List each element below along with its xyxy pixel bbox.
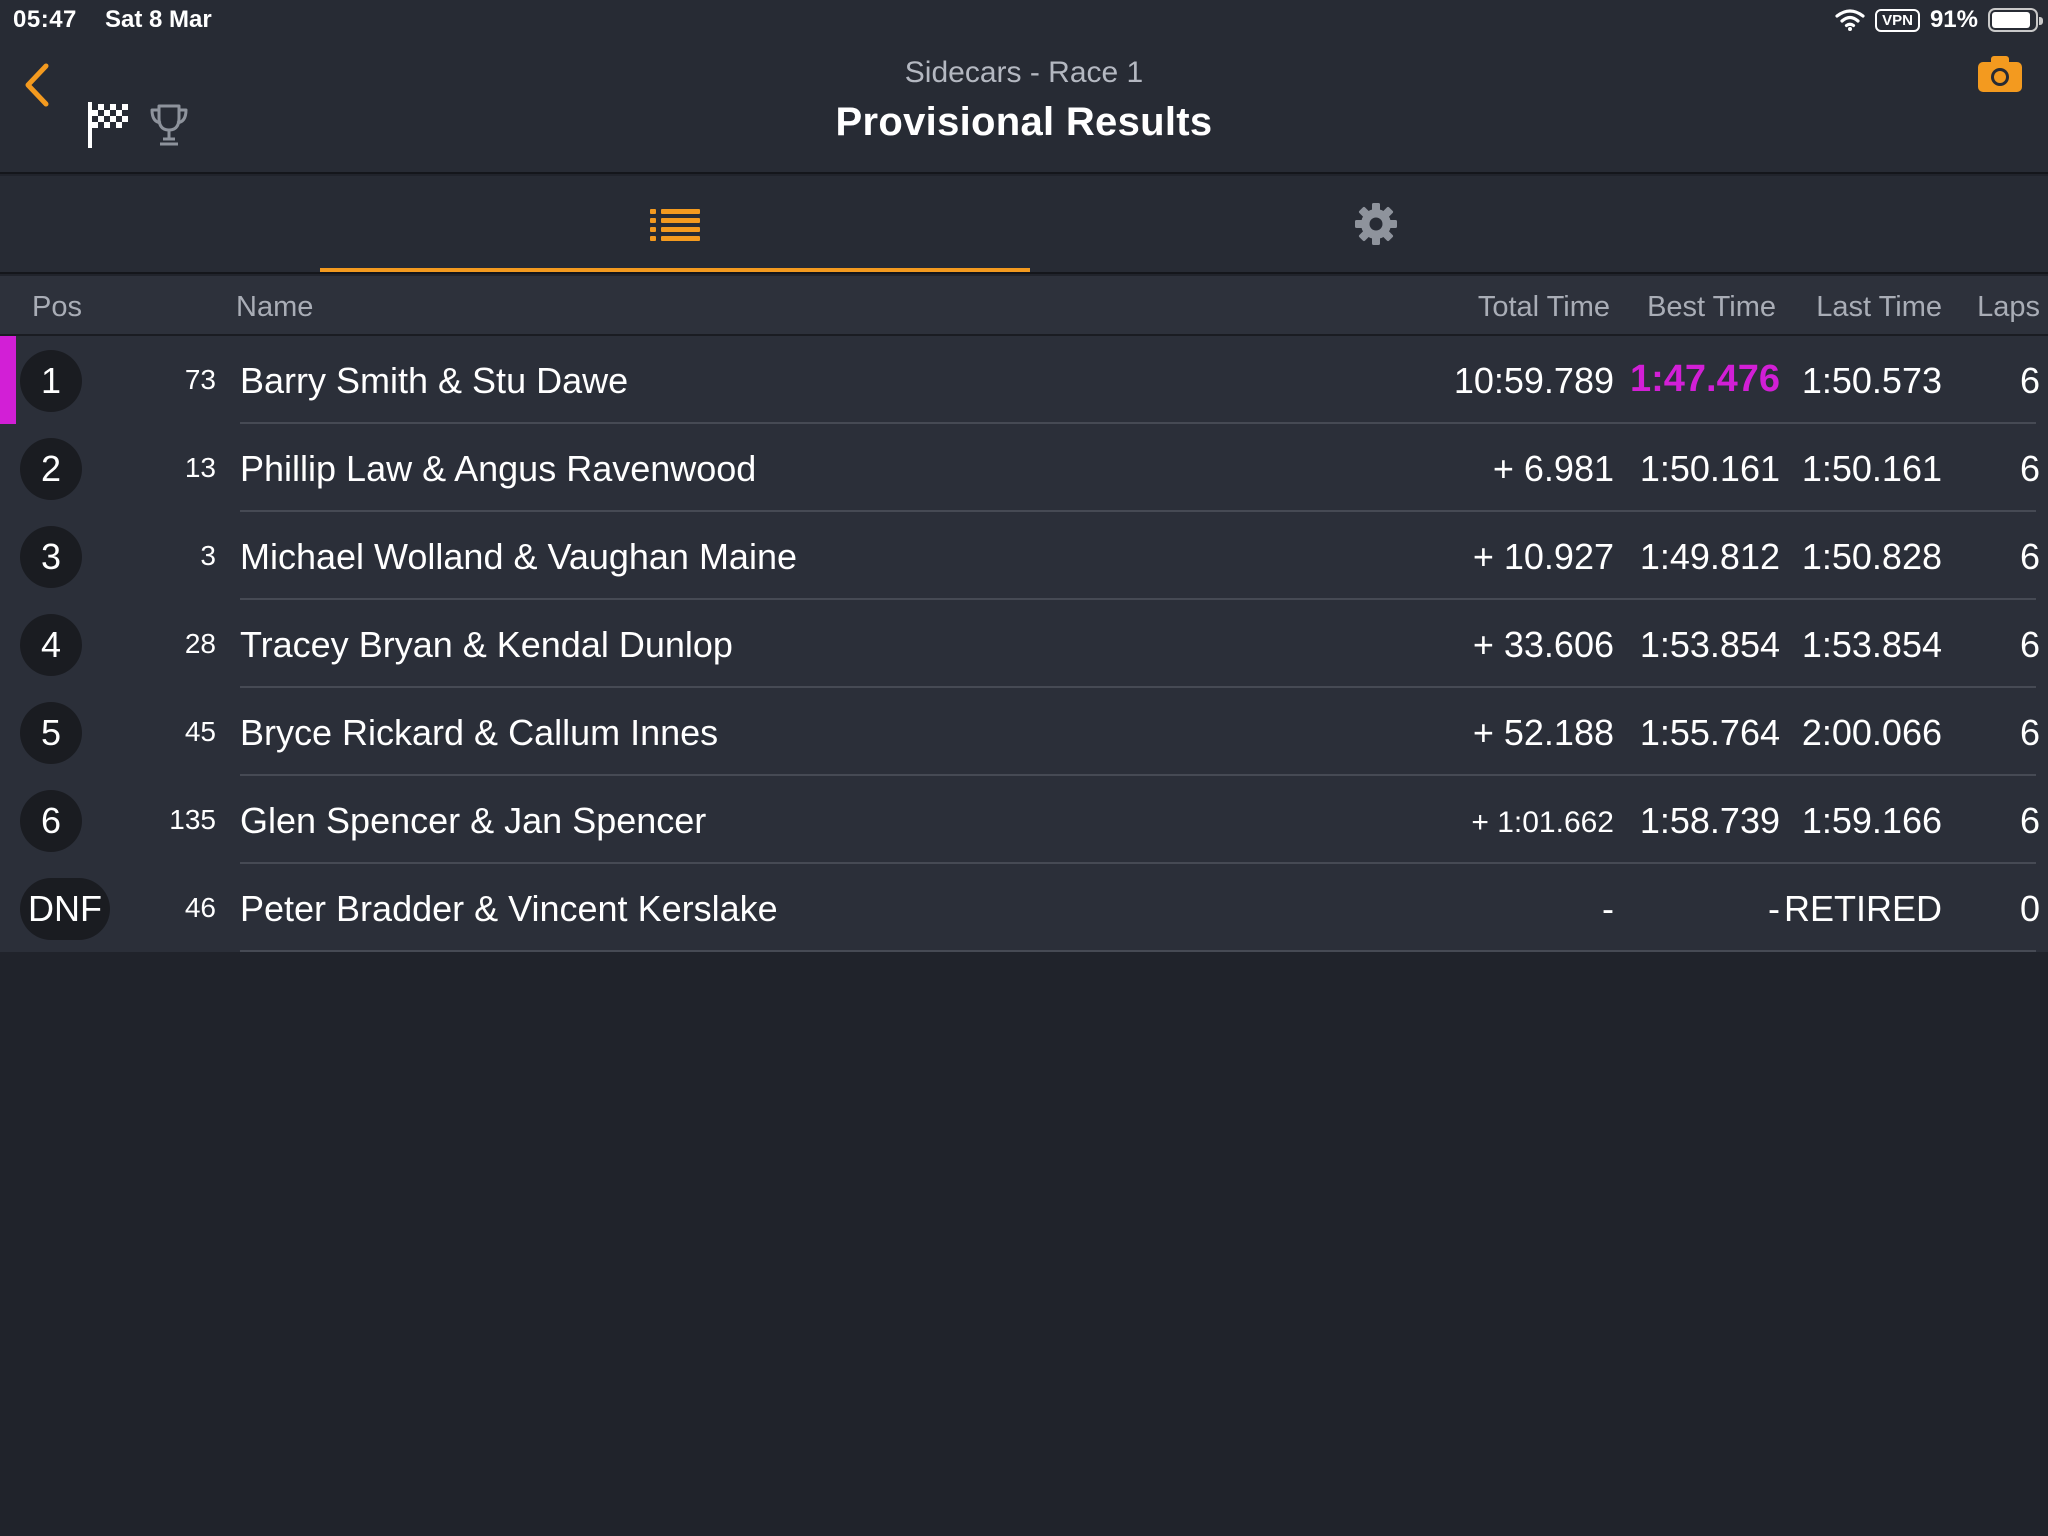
laps: 6 [2019,536,2040,577]
car-number: 135 [169,804,216,835]
column-header-name[interactable]: Name [236,291,313,324]
laps: 0 [2019,888,2040,929]
laps: 6 [2019,712,2040,753]
results-header: Sidecars - Race 1 Provisional Results [0,40,2048,174]
camera-icon [1978,56,2022,92]
table-row[interactable]: 4 28 Tracey Bryan & Kendal Dunlop + 33.6… [0,600,2048,688]
tab-results-list[interactable] [320,176,1030,272]
car-number: 3 [200,540,216,571]
column-header-laps[interactable]: Laps [1977,291,2040,324]
table-row[interactable]: 3 3 Michael Wolland & Vaughan Maine + 10… [0,512,2048,600]
wifi-icon [1835,9,1865,31]
total-time: + 33.606 [1472,624,1614,665]
status-bar: 05:47 Sat 8 Mar VPN 91% [0,0,2048,40]
laps: 6 [2019,360,2040,401]
best-time: 1:53.854 [1639,624,1780,665]
column-header-last-time[interactable]: Last Time [1816,291,1942,324]
battery-percentage: 91% [1929,6,1978,33]
battery-fill [1992,12,2030,28]
car-number: 28 [184,628,216,659]
total-time: 10:59.789 [1453,360,1614,401]
table-row[interactable]: 6 135 Glen Spencer & Jan Spencer + 1:01.… [0,776,2048,864]
fastest-lap-indicator [0,336,16,424]
total-time: + 10.927 [1472,536,1614,577]
last-time: 1:50.573 [1801,360,1942,401]
row-divider [240,950,2036,952]
laps: 6 [2019,448,2040,489]
car-number: 13 [184,452,216,483]
column-header-best-time[interactable]: Best Time [1647,291,1776,324]
best-time: 1:55.764 [1639,712,1780,753]
rider-name: Barry Smith & Stu Dawe [240,360,629,401]
table-row[interactable]: 2 13 Phillip Law & Angus Ravenwood + 6.9… [0,424,2048,512]
best-time: 1:50.161 [1639,448,1780,489]
rider-name: Michael Wolland & Vaughan Maine [240,536,797,577]
rider-name: Bryce Rickard & Callum Innes [240,712,719,753]
race-subtitle: Sidecars - Race 1 [904,56,1144,89]
table-row[interactable]: DNF 46 Peter Bradder & Vincent Kerslake … [0,864,2048,952]
tab-bar [0,176,2048,274]
rider-name: Phillip Law & Angus Ravenwood [240,448,757,489]
car-number: 46 [184,892,216,923]
rider-name: Glen Spencer & Jan Spencer [240,800,707,841]
rider-name: Tracey Bryan & Kendal Dunlop [240,624,733,665]
last-time: 1:53.854 [1801,624,1942,665]
status-indicators: VPN 91% [1835,6,2043,34]
column-header-pos[interactable]: Pos [32,291,82,324]
page-title: Provisional Results [835,100,1213,144]
list-icon [650,209,700,241]
last-time: 1:50.161 [1801,448,1942,489]
status-date: Sat 8 Mar [105,6,212,33]
total-time: + 52.188 [1472,712,1614,753]
last-time: RETIRED [1783,888,1942,929]
laps: 6 [2019,624,2040,665]
total-time: - [1602,888,1614,929]
camera-button[interactable] [1976,52,2024,96]
tab-settings[interactable] [1020,176,1732,272]
best-time: 1:47.476 [1629,358,1780,400]
results-table-header: Pos Name Total Time Best Time Last Time … [0,276,2048,336]
results-table-body: 1 73 Barry Smith & Stu Dawe 10:59.789 1:… [0,336,2048,952]
position-badge: 2 [20,438,82,500]
position-badge: 1 [20,350,82,412]
battery-nub [2039,17,2043,25]
best-time: 1:58.739 [1639,800,1780,841]
car-number: 45 [184,716,216,747]
app-root: 05:47 Sat 8 Mar VPN 91% Sidecars - Race … [0,0,2048,1536]
gear-icon [1355,203,1397,245]
status-time: 05:47 [13,6,77,33]
position-badge: 3 [20,526,82,588]
total-time: + 6.981 [1492,448,1614,489]
table-row[interactable]: 1 73 Barry Smith & Stu Dawe 10:59.789 1:… [0,336,2048,424]
position-badge: 6 [20,790,82,852]
battery-icon [1988,8,2043,32]
active-tab-indicator [320,268,1030,272]
column-header-total-time[interactable]: Total Time [1478,291,1610,324]
laps: 6 [2019,800,2040,841]
best-time: - [1768,888,1780,929]
table-row[interactable]: 5 45 Bryce Rickard & Callum Innes + 52.1… [0,688,2048,776]
best-time: 1:49.812 [1639,536,1780,577]
last-time: 1:59.166 [1801,800,1942,841]
position-badge: DNF [20,878,110,940]
last-time: 1:50.828 [1801,536,1942,577]
position-badge: 4 [20,614,82,676]
rider-name: Peter Bradder & Vincent Kerslake [240,888,778,929]
car-number: 73 [184,364,216,395]
vpn-badge: VPN [1875,8,1920,32]
last-time: 2:00.066 [1801,712,1942,753]
total-time: + 1:01.662 [1471,806,1614,839]
position-badge: 5 [20,702,82,764]
